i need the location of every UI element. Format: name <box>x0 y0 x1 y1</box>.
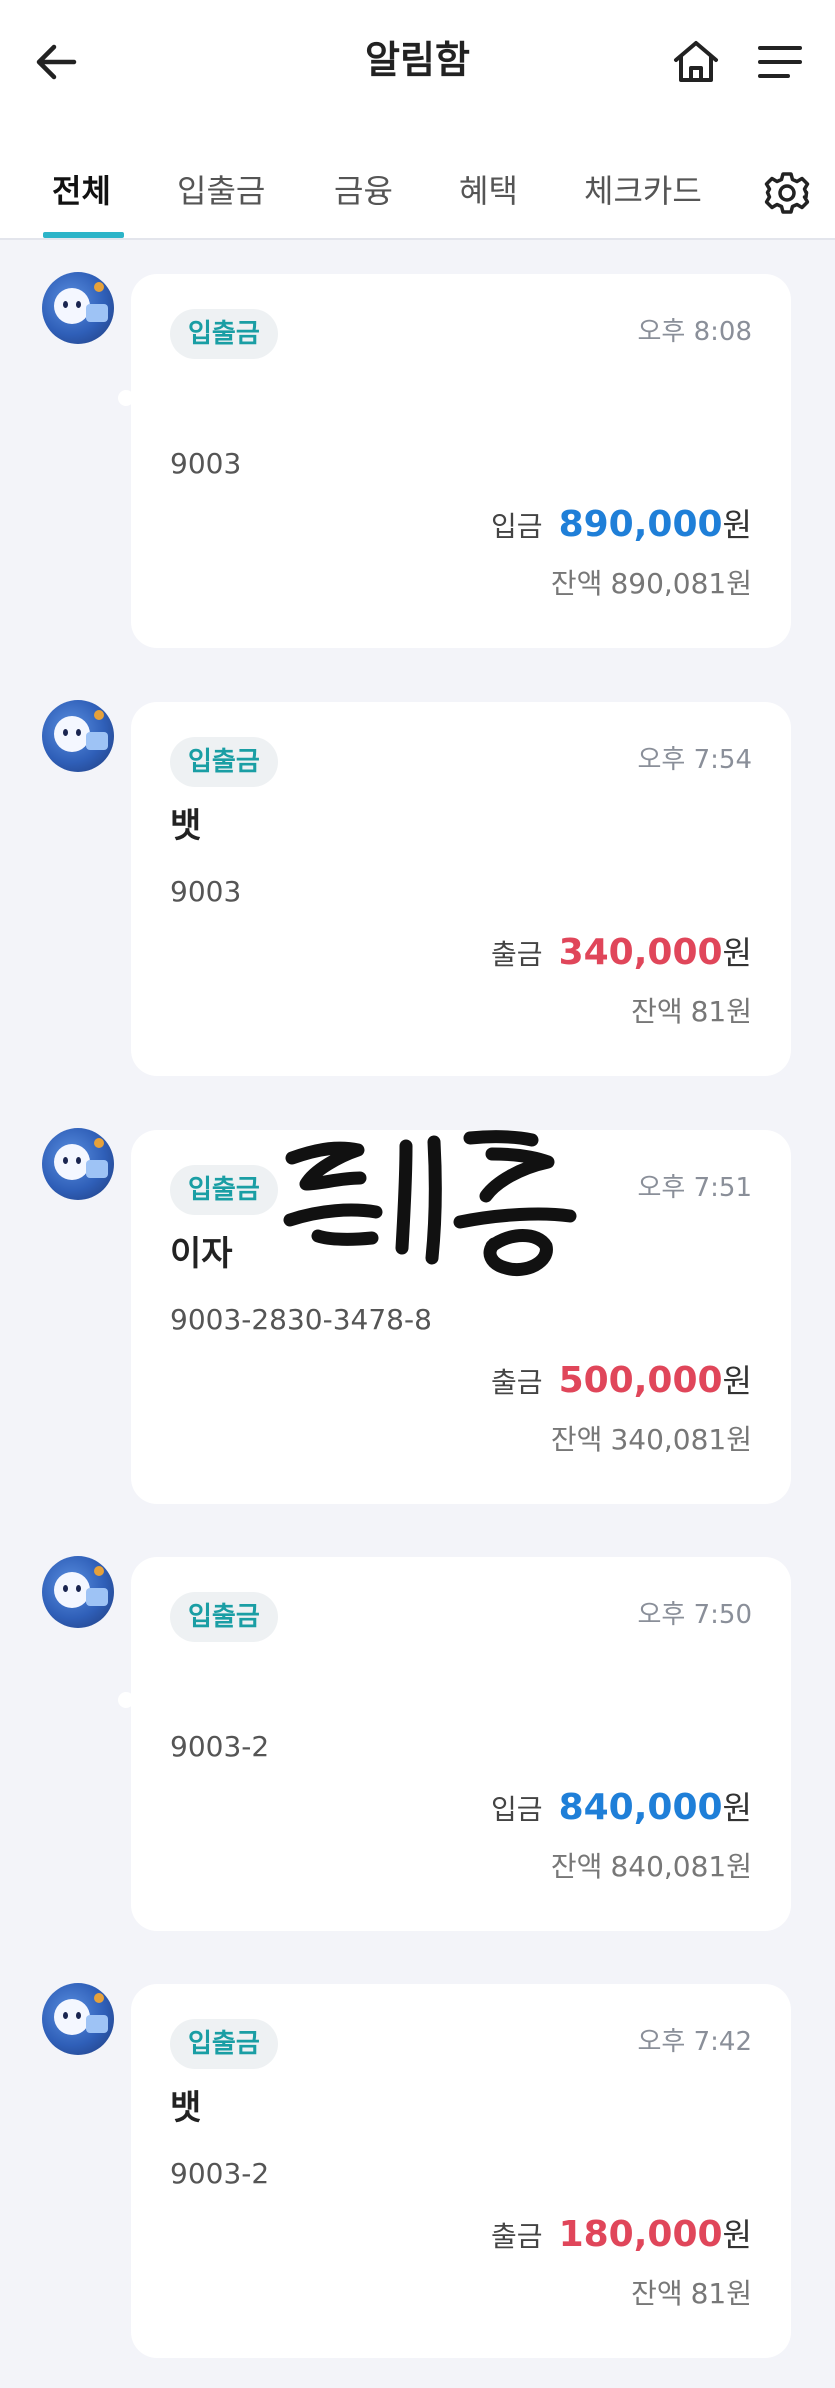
home-icon <box>674 41 718 82</box>
category-badge: 입출금 <box>170 1165 278 1215</box>
transaction-amount: 340,000 <box>558 932 723 973</box>
tab-deposit-withdraw[interactable]: 입출금 <box>177 168 265 214</box>
gear-icon <box>764 172 810 214</box>
currency-unit: 원 <box>722 1362 752 1400</box>
menu-button[interactable] <box>752 34 808 90</box>
currency-unit: 원 <box>722 2216 752 2254</box>
transaction-type: 입금 <box>491 510 543 543</box>
bank-mascot-avatar <box>42 1128 114 1200</box>
transaction-memo: 뱃 <box>170 806 202 846</box>
account-number: 9003 <box>170 875 242 908</box>
balance: 잔액 81원 <box>631 992 752 1032</box>
account-number: 9003-2 <box>170 2157 270 2190</box>
transaction-type: 입금 <box>491 1793 543 1826</box>
transaction-type: 출금 <box>491 938 543 971</box>
notification-time: 오후 7:51 <box>637 1173 753 1203</box>
balance-value: 840,081원 <box>610 1850 752 1883</box>
transaction-amount: 840,000 <box>558 1787 723 1828</box>
home-button[interactable] <box>668 34 724 90</box>
amount-row: 출금 340,000원 <box>491 928 752 984</box>
bank-mascot-avatar <box>42 1983 114 2055</box>
transaction-amount: 500,000 <box>558 1360 723 1401</box>
notification-card[interactable]: 입출금 오후 7:51 이자 9003-2830-3478-8 출금 500,00… <box>131 1130 791 1504</box>
balance-value: 340,081원 <box>610 1423 752 1456</box>
balance-value: 890,081원 <box>610 567 752 600</box>
transaction-memo: 이자 <box>170 1234 233 1274</box>
notification-card[interactable]: 입출금 오후 7:54 뱃 9003 출금 340,000원 잔액 81원 <box>131 702 791 1076</box>
notification-settings-button[interactable] <box>762 168 812 218</box>
currency-unit: 원 <box>722 1789 752 1827</box>
notification-time: 오후 7:50 <box>637 1600 753 1630</box>
balance-value: 81원 <box>690 2277 752 2310</box>
balance: 잔액 890,081원 <box>551 564 752 604</box>
tab-finance[interactable]: 금융 <box>334 168 393 214</box>
notification-card[interactable]: 입출금 오후 8:08 9003 입금 890,000원 잔액 890,081원 <box>131 274 791 648</box>
category-badge: 입출금 <box>170 309 278 359</box>
amount-row: 출금 180,000원 <box>491 2210 752 2266</box>
notification-card[interactable]: 입출금 오후 7:50 9003-2 입금 840,000원 잔액 840,081원 <box>131 1557 791 1931</box>
balance: 잔액 81원 <box>631 2274 752 2314</box>
amount-row: 출금 500,000원 <box>491 1356 752 1412</box>
transaction-amount: 890,000 <box>558 504 723 545</box>
category-badge: 입출금 <box>170 1592 278 1642</box>
balance-label: 잔액 <box>550 1850 603 1883</box>
tab-all[interactable]: 전체 <box>52 168 111 214</box>
amount-row: 입금 840,000원 <box>491 1783 752 1839</box>
transaction-amount: 180,000 <box>558 2214 723 2255</box>
balance-value: 81원 <box>690 995 752 1028</box>
category-badge: 입출금 <box>170 737 278 787</box>
amount-row: 입금 890,000원 <box>491 500 752 556</box>
currency-unit: 원 <box>722 506 752 544</box>
balance: 잔액 840,081원 <box>551 1847 752 1887</box>
balance-label: 잔액 <box>550 567 603 600</box>
transaction-type: 출금 <box>491 1366 543 1399</box>
category-tab-bar: 전체 입출금 금융 혜택 체크카드 <box>0 120 835 240</box>
tab-benefits[interactable]: 혜택 <box>459 168 518 214</box>
notification-time: 오후 7:42 <box>637 2027 753 2057</box>
currency-unit: 원 <box>722 934 752 972</box>
balance: 잔액 340,081원 <box>551 1420 752 1460</box>
notification-card[interactable]: 입출금 오후 7:42 뱃 9003-2 출금 180,000원 잔액 81원 <box>131 1984 791 2358</box>
account-number: 9003 <box>170 447 242 480</box>
category-badge: 입출금 <box>170 2019 278 2069</box>
account-number: 9003-2830-3478-8 <box>170 1303 432 1336</box>
bank-mascot-avatar <box>42 700 114 772</box>
transaction-type: 출금 <box>491 2220 543 2253</box>
bank-mascot-avatar <box>42 272 114 344</box>
hamburger-menu-icon <box>758 46 802 78</box>
notification-time: 오후 7:54 <box>637 745 753 775</box>
tab-check-card[interactable]: 체크카드 <box>584 168 702 214</box>
balance-label: 잔액 <box>631 995 683 1028</box>
notification-time: 오후 8:08 <box>637 317 753 347</box>
active-tab-indicator <box>43 232 124 238</box>
top-bar: 알림함 <box>0 0 835 120</box>
balance-label: 잔액 <box>550 1423 603 1456</box>
transaction-memo: 뱃 <box>170 2088 202 2128</box>
account-number: 9003-2 <box>170 1730 270 1763</box>
bank-mascot-avatar <box>42 1556 114 1628</box>
balance-label: 잔액 <box>631 2277 683 2310</box>
